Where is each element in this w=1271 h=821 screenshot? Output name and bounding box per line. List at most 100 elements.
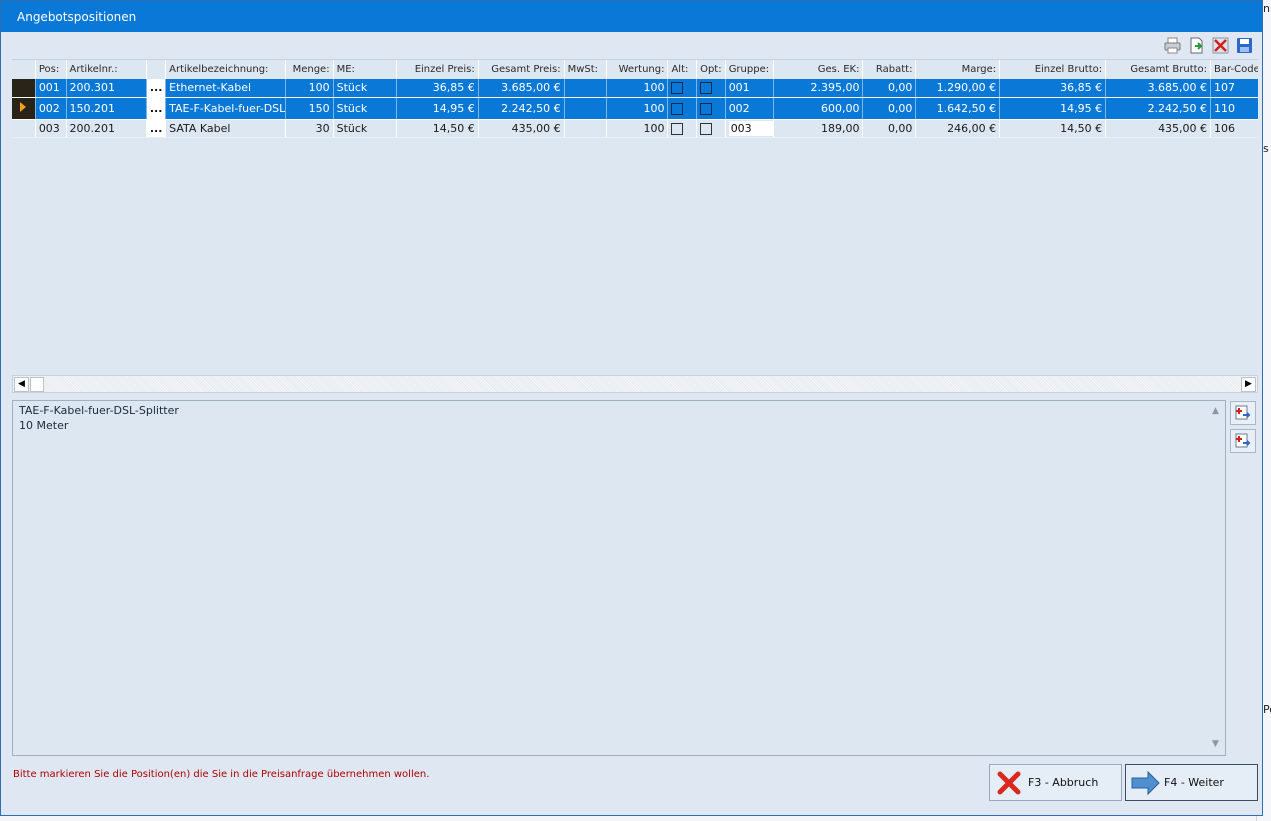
cell-menge[interactable]: 30 <box>285 119 334 138</box>
cell-mwst[interactable] <box>564 97 608 120</box>
column-header[interactable]: Opt: <box>696 60 726 79</box>
cell-artnr[interactable]: 200.201 <box>66 119 148 138</box>
gruppe-input[interactable]: 003 <box>728 120 773 136</box>
cell-gesamtpreis[interactable]: 2.242,50 € <box>478 97 565 120</box>
cell-einzel-brutto[interactable]: 36,85 € <box>999 79 1107 98</box>
cancel-button[interactable]: F3 - Abbruch <box>989 764 1122 801</box>
column-header[interactable]: Marge: <box>915 60 1001 79</box>
cell-artnr[interactable]: 200.301 <box>66 79 148 98</box>
cell-gesamtpreis[interactable]: 435,00 € <box>478 119 565 138</box>
cell-ges-ek[interactable]: 600,00 <box>773 97 864 120</box>
opt-checkbox[interactable] <box>700 122 713 135</box>
column-header[interactable]: Artikelbezeichnung: <box>165 60 286 79</box>
cell-marge[interactable]: 1.290,00 € <box>915 79 1001 98</box>
save-icon[interactable] <box>1235 36 1254 55</box>
column-header[interactable]: Bar-Code: <box>1210 60 1258 79</box>
cell-einzel-brutto[interactable]: 14,50 € <box>999 119 1107 138</box>
export-icon[interactable] <box>1187 36 1206 55</box>
insert-text-button[interactable] <box>1230 401 1256 425</box>
cell-ges-ek[interactable]: 2.395,00 <box>773 79 864 98</box>
cell-bezeichnung[interactable]: TAE-F-Kabel-fuer-DSL <box>165 97 286 120</box>
cell-barcode[interactable]: 110 <box>1210 97 1258 120</box>
row-indicator[interactable] <box>12 97 36 120</box>
column-header[interactable]: Pos: <box>35 60 67 79</box>
cell-marge[interactable]: 1.642,50 € <box>915 97 1001 120</box>
cell-barcode[interactable]: 107 <box>1210 79 1258 98</box>
column-header[interactable]: ME: <box>333 60 398 79</box>
cell-menge[interactable]: 100 <box>285 79 334 98</box>
cell-bezeichnung[interactable]: Ethernet-Kabel <box>165 79 286 98</box>
table-row[interactable]: 001 200.301 ... Ethernet-Kabel 100 Stück… <box>12 79 1258 98</box>
cell-ges-ek[interactable]: 189,00 <box>773 119 864 138</box>
article-lookup-button[interactable]: ... <box>146 119 167 138</box>
cell-gruppe[interactable]: 002 <box>725 97 775 120</box>
cell-einzel-brutto[interactable]: 14,95 € <box>999 97 1107 120</box>
cell-einzelpreis[interactable]: 36,85 € <box>396 79 479 98</box>
scroll-down-icon[interactable]: ▼ <box>1212 737 1219 752</box>
column-header[interactable]: Gesamt Brutto: <box>1105 60 1212 79</box>
opt-checkbox[interactable] <box>700 102 713 115</box>
cell-bezeichnung[interactable]: SATA Kabel <box>165 119 286 138</box>
cell-alt <box>667 119 698 138</box>
cell-gesamt-brutto[interactable]: 2.242,50 € <box>1105 97 1212 120</box>
scroll-right-icon[interactable]: ▶ <box>1241 377 1256 392</box>
cell-gruppe[interactable]: 003 <box>725 119 775 138</box>
cell-wertung[interactable]: 100 <box>606 119 669 138</box>
cell-gesamtpreis[interactable]: 3.685,00 € <box>478 79 565 98</box>
alt-checkbox[interactable] <box>671 102 684 115</box>
cell-rabatt[interactable]: 0,00 <box>862 119 917 138</box>
column-header[interactable]: Einzel Brutto: <box>999 60 1107 79</box>
cell-me[interactable]: Stück <box>333 97 398 120</box>
article-lookup-button[interactable]: ... <box>146 97 167 120</box>
cell-wertung[interactable]: 100 <box>606 97 669 120</box>
column-header[interactable]: Menge: <box>285 60 334 79</box>
column-header[interactable]: Alt: <box>667 60 698 79</box>
opt-checkbox[interactable] <box>700 82 713 95</box>
cell-gesamt-brutto[interactable]: 3.685,00 € <box>1105 79 1212 98</box>
alt-checkbox[interactable] <box>671 122 684 135</box>
cell-me[interactable]: Stück <box>333 119 398 138</box>
column-header[interactable]: Gesamt Preis: <box>478 60 565 79</box>
printer-icon[interactable] <box>1163 36 1182 55</box>
row-indicator[interactable] <box>12 119 36 138</box>
table-row[interactable]: 002 150.201 ... TAE-F-Kabel-fuer-DSL 150… <box>12 97 1258 120</box>
scrollbar-thumb[interactable] <box>30 377 44 392</box>
cell-me[interactable]: Stück <box>333 79 398 98</box>
cell-menge[interactable]: 150 <box>285 97 334 120</box>
description-memo[interactable]: TAE-F-Kabel-fuer-DSL-Splitter 10 Meter ▲… <box>12 400 1226 756</box>
cell-marge[interactable]: 246,00 € <box>915 119 1001 138</box>
cell-einzelpreis[interactable]: 14,50 € <box>396 119 479 138</box>
cell-barcode[interactable]: 106 <box>1210 119 1258 138</box>
cell-wertung[interactable]: 100 <box>606 79 669 98</box>
cell-pos[interactable]: 003 <box>35 119 67 138</box>
column-header[interactable]: Ges. EK: <box>773 60 864 79</box>
column-header[interactable]: Einzel Preis: <box>396 60 479 79</box>
scroll-left-icon[interactable]: ◀ <box>14 377 29 392</box>
insert-text-button-2[interactable] <box>1230 429 1256 453</box>
table-row[interactable]: 003 200.201 ... SATA Kabel 30 Stück 14,5… <box>12 119 1258 138</box>
scroll-up-icon[interactable]: ▲ <box>1212 404 1219 419</box>
cell-rabatt[interactable]: 0,00 <box>862 97 917 120</box>
cell-rabatt[interactable]: 0,00 <box>862 79 917 98</box>
positions-grid[interactable]: Pos: Artikelnr.: Artikelbezeichnung: Men… <box>12 59 1258 393</box>
column-header[interactable]: MwSt: <box>564 60 608 79</box>
cell-gruppe[interactable]: 001 <box>725 79 775 98</box>
cell-mwst[interactable] <box>564 119 608 138</box>
delete-icon[interactable] <box>1211 36 1230 55</box>
article-lookup-button[interactable]: ... <box>146 79 167 98</box>
cell-mwst[interactable] <box>564 79 608 98</box>
memo-scrollbar[interactable]: ▲ ▼ <box>1210 402 1224 754</box>
column-header[interactable]: Gruppe: <box>725 60 775 79</box>
alt-checkbox[interactable] <box>671 82 684 95</box>
cell-einzelpreis[interactable]: 14,95 € <box>396 97 479 120</box>
column-header[interactable]: Wertung: <box>606 60 669 79</box>
column-header[interactable]: Rabatt: <box>862 60 917 79</box>
cell-pos[interactable]: 002 <box>35 97 67 120</box>
row-indicator[interactable] <box>12 79 36 98</box>
cell-pos[interactable]: 001 <box>35 79 67 98</box>
column-header[interactable]: Artikelnr.: <box>66 60 148 79</box>
cell-gesamt-brutto[interactable]: 435,00 € <box>1105 119 1212 138</box>
cell-artnr[interactable]: 150.201 <box>66 97 148 120</box>
next-button[interactable]: F4 - Weiter <box>1125 764 1258 801</box>
horizontal-scrollbar[interactable]: ◀ ▶ <box>12 375 1258 393</box>
